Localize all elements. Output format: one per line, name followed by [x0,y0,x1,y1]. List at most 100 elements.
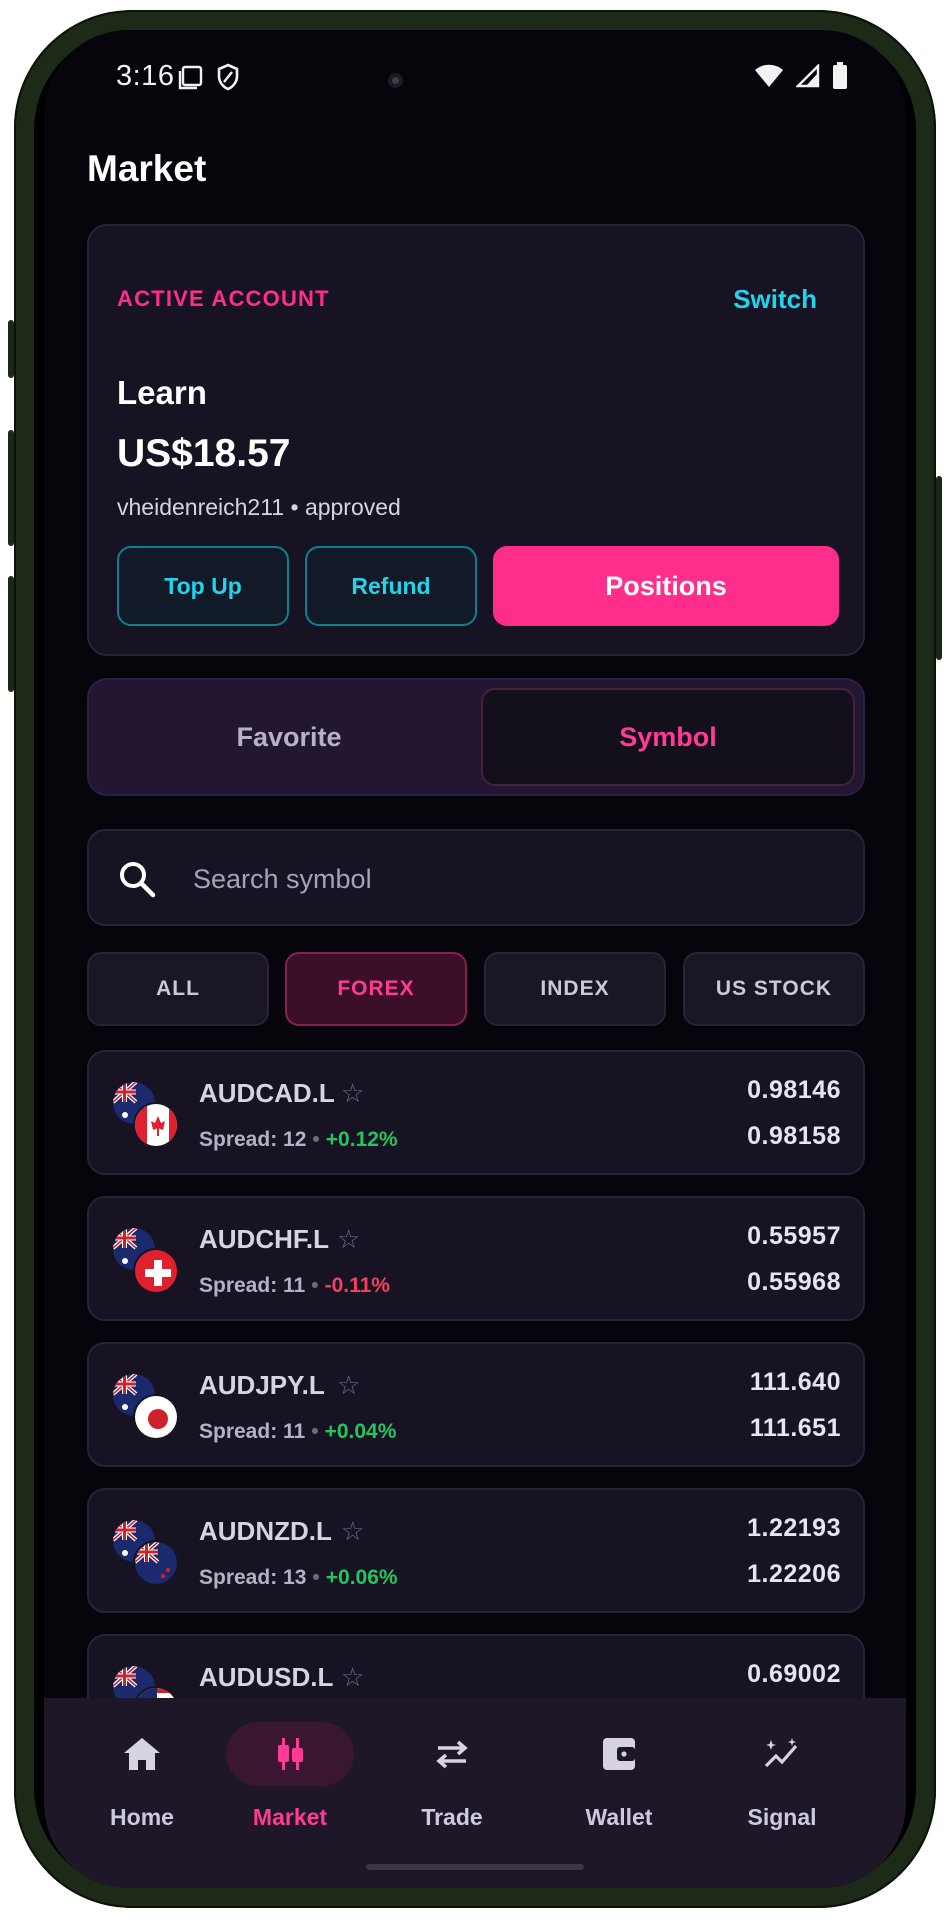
screenshot-notification-icon [178,65,203,90]
wallet-icon [603,1738,635,1770]
favorite-star-icon[interactable]: ☆ [337,1224,360,1255]
bottom-navigation: Home Market Trade Wallet Signal [44,1698,906,1888]
nav-signal-label: Signal [747,1804,817,1830]
top-up-button[interactable]: Top Up [117,546,289,626]
account-meta: vheidenreich211 • approved [117,494,401,521]
tab-symbol[interactable]: Symbol [481,688,855,786]
home-icon [124,1738,160,1770]
detail-separator: • [311,1274,319,1297]
favorite-star-icon[interactable]: ☆ [341,1516,364,1547]
bid-price: 0.69002 [747,1660,841,1688]
bid-price: 1.22193 [747,1514,841,1542]
switch-account-button[interactable]: Switch [733,284,817,315]
shield-icon [217,63,239,91]
status-bar: 3:16 [44,30,906,120]
favorite-star-icon[interactable]: ☆ [337,1370,360,1401]
filter-chip-index[interactable]: INDEX [484,952,666,1026]
search-bar [87,829,865,926]
status-right-icons [754,62,848,90]
app-screen: 3:16 Market ACTIVE ACCOUNT Switch Learn … [44,30,906,1888]
favorite-star-icon[interactable]: ☆ [341,1078,364,1109]
symbol-name: AUDUSD.L [199,1662,334,1692]
bid-price: 111.640 [749,1368,841,1396]
ask-price: 1.22206 [747,1560,841,1588]
symbol-row[interactable]: AUDCHF.L ☆ Spread: 11 • -0.11% 0.55957 0.5… [87,1196,865,1321]
symbol-details: Spread: 12 • +0.12% [199,1128,398,1152]
home-indicator [366,1864,584,1870]
symbol-row[interactable]: AUDNZD.L ☆ Spread: 13 • +0.06% 1.22193 1.2… [87,1488,865,1613]
phone-side-button-silent [8,320,14,378]
symbol-name: AUDNZD.L [199,1516,332,1546]
nav-home[interactable]: Home [72,1722,212,1832]
currency-pair-flags [111,1372,181,1442]
active-account-label: ACTIVE ACCOUNT [117,286,330,311]
symbol-list: AUDCAD.L ☆ Spread: 12 • +0.12% 0.98146 0.9… [87,1050,865,1726]
detail-separator: • [311,1420,319,1443]
account-username: vheidenreich211 [117,494,285,520]
new-zealand-flag-icon [133,1540,179,1586]
account-balance: US$18.57 [117,432,291,475]
change-percent: -0.11% [324,1274,390,1297]
account-name: Learn [117,374,207,411]
phone-side-button-power [936,476,942,660]
canada-flag-icon [133,1102,179,1148]
currency-pair-flags [111,1080,181,1150]
spread-label: Spread: 11 [199,1420,306,1443]
phone-side-button-volume-down [8,576,14,692]
tab-favorite[interactable]: Favorite [97,688,481,786]
symbol-row[interactable]: AUDJPY.L ☆ Spread: 11 • +0.04% 111.640 111… [87,1342,865,1467]
positions-button[interactable]: Positions [493,546,839,626]
nav-wallet[interactable]: Wallet [549,1722,689,1832]
meta-separator: • [290,494,299,520]
nav-trade-label: Trade [421,1804,483,1830]
switzerland-flag-icon [133,1248,179,1294]
refund-button[interactable]: Refund [305,546,477,626]
symbol-details: Spread: 11 • -0.11% [199,1274,390,1298]
favorite-star-icon[interactable]: ☆ [341,1662,364,1693]
symbol-details: Spread: 11 • +0.04% [199,1420,396,1444]
nav-trade[interactable]: Trade [382,1722,522,1832]
nav-home-label: Home [110,1804,174,1830]
swap-arrows-icon [436,1740,468,1769]
spread-label: Spread: 12 [199,1128,307,1151]
active-account-card: ACTIVE ACCOUNT Switch Learn US$18.57 vhe… [87,224,865,656]
search-input[interactable] [193,851,833,907]
currency-pair-flags [111,1518,181,1588]
ask-price: 111.651 [749,1414,841,1442]
symbol-name: AUDCAD.L [199,1078,335,1108]
ask-price: 0.55968 [747,1268,841,1296]
currency-pair-flags [111,1226,181,1296]
ask-price: 0.98158 [747,1122,841,1150]
front-camera [388,73,403,88]
page-title: Market [87,148,207,189]
nav-wallet-label: Wallet [585,1804,653,1830]
filter-chip-us-stock[interactable]: US STOCK [683,952,865,1026]
detail-separator: • [312,1128,320,1151]
change-percent: +0.04% [324,1420,397,1443]
signal-icon [796,64,820,88]
nav-market[interactable]: Market [220,1722,360,1832]
symbol-details: Spread: 13 • +0.06% [199,1566,398,1590]
candlestick-icon [278,1738,303,1770]
status-time: 3:16 [116,60,175,92]
bid-price: 0.55957 [747,1222,841,1250]
account-status: approved [304,494,401,520]
spread-label: Spread: 13 [199,1566,307,1589]
sparkle-chart-icon [764,1738,798,1768]
symbol-name: AUDCHF.L [199,1224,329,1254]
symbol-row[interactable]: AUDCAD.L ☆ Spread: 12 • +0.12% 0.98146 0.9… [87,1050,865,1175]
battery-icon [833,62,847,89]
nav-signal[interactable]: Signal [712,1722,852,1832]
filter-chip-all[interactable]: ALL [87,952,269,1026]
filter-chip-forex[interactable]: FOREX [285,952,467,1026]
phone-side-button-volume-up [8,430,14,546]
wifi-icon [755,64,783,87]
change-percent: +0.06% [325,1566,398,1589]
bid-price: 0.98146 [747,1076,841,1104]
spread-label: Spread: 11 [199,1274,306,1297]
symbol-name: AUDJPY.L [199,1370,325,1400]
search-icon [120,862,156,898]
detail-separator: • [312,1566,320,1589]
japan-flag-icon [133,1394,179,1440]
nav-market-label: Market [252,1804,328,1830]
